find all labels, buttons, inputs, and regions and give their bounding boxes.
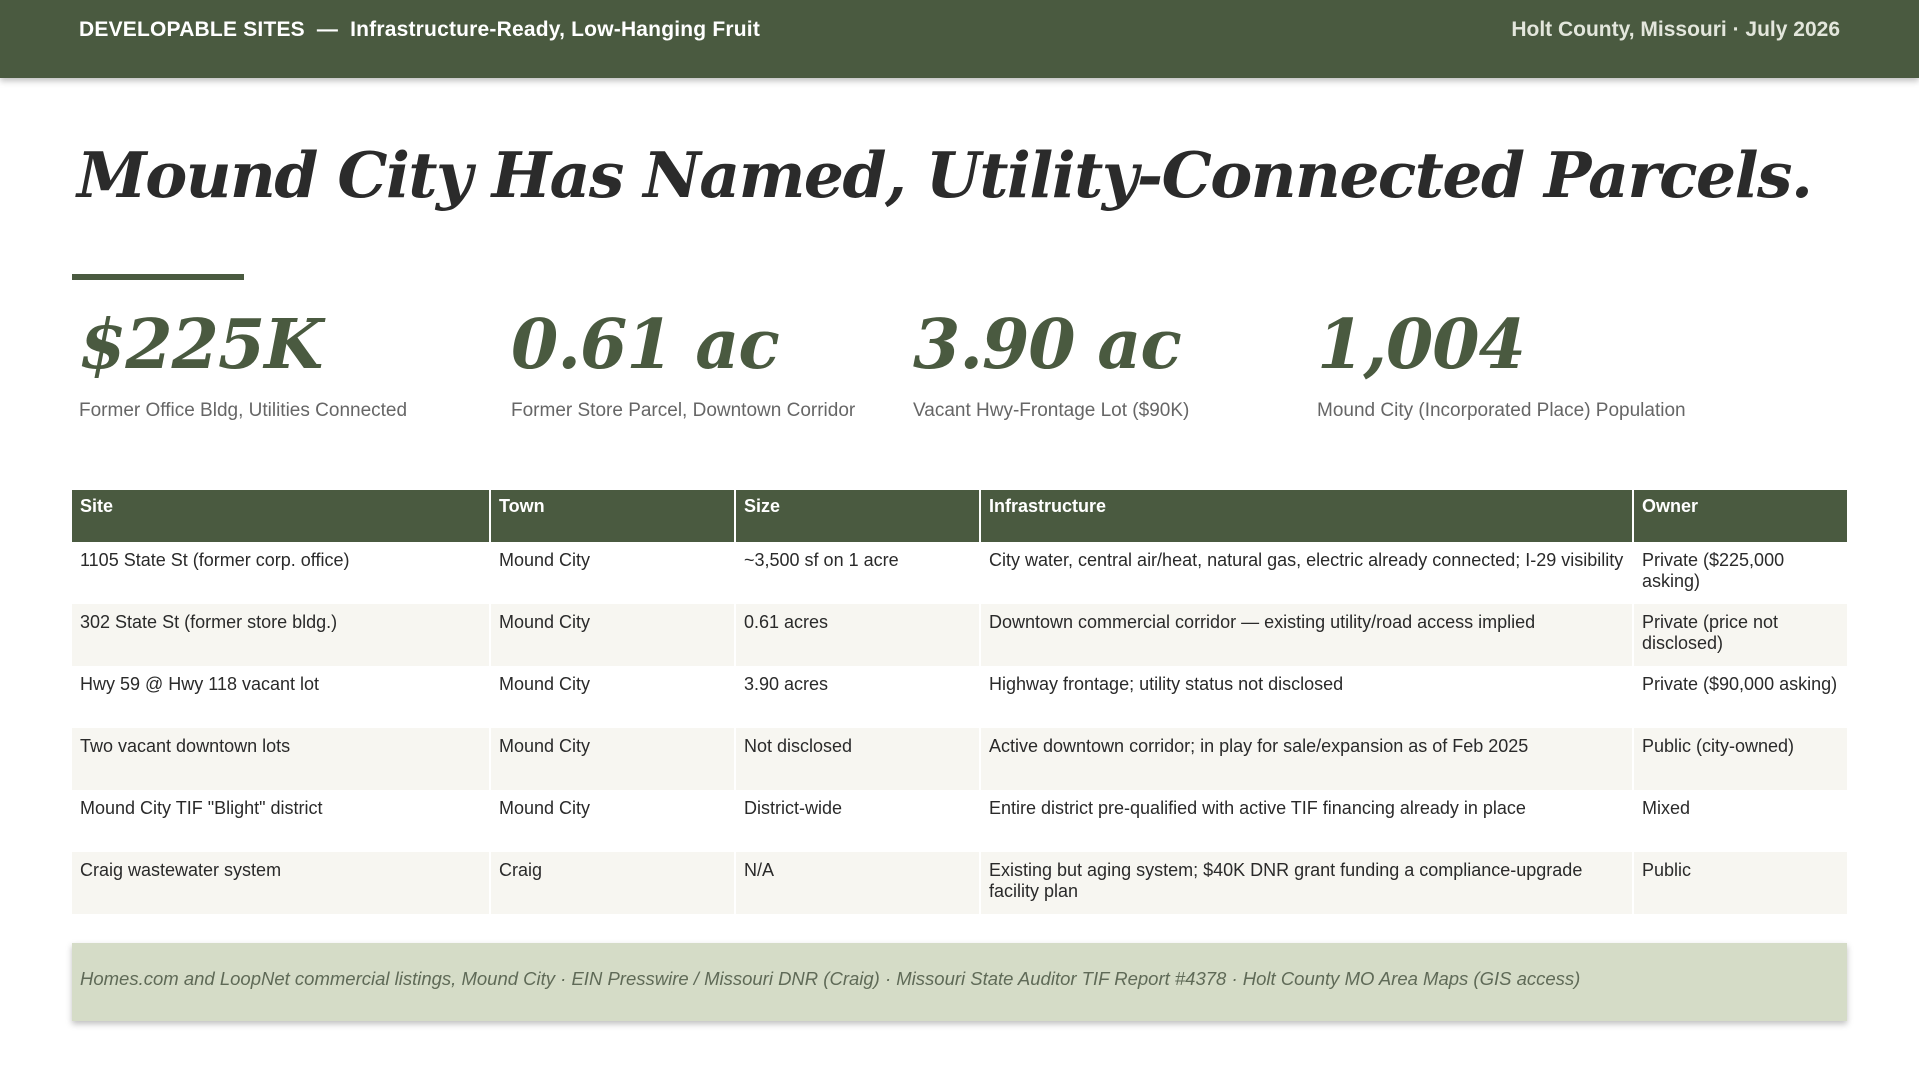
stat-label: Former Store Parcel, Downtown Corridor <box>511 400 856 421</box>
cell-site: Hwy 59 @ Hwy 118 vacant lot <box>72 666 491 728</box>
column-header-owner: Owner <box>1633 490 1847 542</box>
cell-size: District-wide <box>735 790 981 852</box>
cell-infrastructure: City water, central air/heat, natural ga… <box>980 542 1634 604</box>
cell-site: Mound City TIF "Blight" district <box>72 790 491 852</box>
top-banner: DEVELOPABLE SITES — Infrastructure-Ready, … <box>0 0 1919 78</box>
cell-infrastructure: Highway frontage; utility status not dis… <box>980 666 1634 728</box>
cell-infrastructure: Downtown commercial corridor — existing … <box>980 604 1634 666</box>
location-date: Holt County, Missouri · July 2026 <box>1511 18 1840 41</box>
sites-table: Site Town Size Infrastructure Owner 1105… <box>72 490 1847 914</box>
cell-site: Two vacant downtown lots <box>72 728 491 790</box>
table-row: 1105 State St (former corp. office) Moun… <box>72 542 1847 604</box>
stat-office-price: $225K Former Office Bldg, Utilities Conn… <box>79 300 407 422</box>
cell-owner: Private ($90,000 asking) <box>1642 674 1838 694</box>
cell-site: 302 State St (former store bldg.) <box>72 604 491 666</box>
cell-infrastructure: Existing but aging system; $40K DNR gran… <box>980 852 1634 914</box>
cell-owner: Private ($225,000 asking) <box>1642 550 1785 591</box>
table-row: 302 State St (former store bldg.) Mound … <box>72 604 1847 666</box>
stat-label: Mound City (Incorporated Place) Populati… <box>1317 400 1686 421</box>
stat-value: 1,004 <box>1317 305 1526 385</box>
cell-infrastructure: Active downtown corridor; in play for sa… <box>980 728 1634 790</box>
accent-rule <box>72 274 244 280</box>
table-row: Two vacant downtown lots Mound City Not … <box>72 728 1847 790</box>
cell-size: 3.90 acres <box>735 666 981 728</box>
cell-owner: Public <box>1633 852 1847 914</box>
banner-section-title: DEVELOPABLE SITES — Infrastructure-Ready, … <box>79 18 760 42</box>
column-header-town: Town <box>490 490 736 542</box>
cell-town: Mound City <box>490 604 736 666</box>
cell-town: Mound City <box>490 790 736 852</box>
stat-label: Former Office Bldg, Utilities Connected <box>79 400 408 421</box>
cell-owner: Public (city-owned) <box>1633 728 1847 790</box>
section-label: DEVELOPABLE SITES <box>79 18 305 41</box>
cell-town: Craig <box>490 852 736 914</box>
cell-infrastructure: Entire district pre-qualified with activ… <box>980 790 1634 852</box>
cell-town: Mound City <box>490 728 736 790</box>
stat-hwy-lot: 3.90 ac Vacant Hwy-Frontage Lot ($90K) <box>913 300 1189 422</box>
sources-text: Homes.com and LoopNet commercial listing… <box>80 968 1581 989</box>
cell-site: 1105 State St (former corp. office) <box>72 542 491 604</box>
stat-value: 3.90 ac <box>913 305 1182 385</box>
cell-size: Not disclosed <box>735 728 981 790</box>
cell-owner: Private (price not disclosed) <box>1633 604 1847 666</box>
stat-value: 0.61 ac <box>511 305 780 385</box>
page-headline: Mound City Has Named, Utility-Connected … <box>77 138 1813 212</box>
cell-size: 0.61 acres <box>735 604 981 666</box>
cell-size: ~3,500 sf on 1 acre <box>735 542 981 604</box>
sources-footer: Homes.com and LoopNet commercial listing… <box>72 943 1847 1021</box>
cell-site: Craig wastewater system <box>72 852 491 914</box>
stat-population: 1,004 Mound City (Incorporated Place) Po… <box>1317 300 1686 422</box>
cell-town: Mound City <box>490 666 736 728</box>
cell-owner: Mixed <box>1642 798 1691 818</box>
column-header-site: Site <box>72 490 491 542</box>
stat-label: Vacant Hwy-Frontage Lot ($90K) <box>913 400 1190 421</box>
cell-size: N/A <box>735 852 981 914</box>
column-header-size: Size <box>735 490 981 542</box>
cell-town: Mound City <box>490 542 736 604</box>
table-header-row: Site Town Size Infrastructure Owner <box>72 490 1847 542</box>
title-separator: — <box>316 18 339 41</box>
table-row: Hwy 59 @ Hwy 118 vacant lot Mound City 3… <box>72 666 1847 728</box>
table-row: Craig wastewater system Craig N/A Existi… <box>72 852 1847 914</box>
stat-value: $225K <box>79 305 323 385</box>
section-subtitle: Infrastructure-Ready, Low-Hanging Fruit <box>350 18 761 41</box>
table-row: Mound City TIF "Blight" district Mound C… <box>72 790 1847 852</box>
stat-store-parcel: 0.61 ac Former Store Parcel, Downtown Co… <box>511 300 855 422</box>
column-header-infrastructure: Infrastructure <box>980 490 1634 542</box>
